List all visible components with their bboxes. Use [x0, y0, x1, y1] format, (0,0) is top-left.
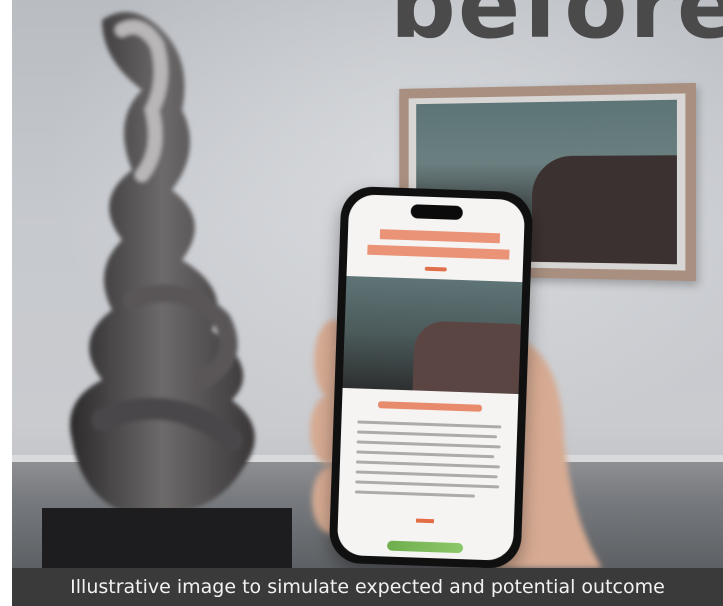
- before-heading: before: [390, 0, 723, 59]
- phone-screen: [336, 194, 526, 561]
- screen-text-line: [355, 480, 500, 489]
- screen-text-line: [354, 490, 475, 498]
- museum-photo: before: [12, 0, 723, 568]
- stone-sculpture: [70, 12, 255, 516]
- screen-text-line: [356, 450, 495, 459]
- screen-text-line: [357, 430, 498, 439]
- sculpture-plinth: [42, 508, 292, 568]
- screen-text-line: [356, 440, 501, 449]
- caption-bar: Illustrative image to simulate expected …: [12, 568, 723, 606]
- phone-notch: [410, 204, 464, 221]
- caption-text: Illustrative image to simulate expected …: [70, 576, 665, 598]
- screen-text-line: [355, 460, 500, 469]
- screen-text-line: [357, 420, 502, 429]
- screen-logo-blur: [386, 540, 464, 554]
- screen-button-blur: [415, 518, 435, 524]
- screen-title-blur: [361, 224, 511, 266]
- smartphone: [328, 185, 534, 568]
- screen-text-line: [355, 470, 498, 479]
- screen-painting-image: [342, 275, 523, 395]
- screen-subtitle-blur: [377, 401, 483, 412]
- screen-accent-dash: [424, 266, 447, 272]
